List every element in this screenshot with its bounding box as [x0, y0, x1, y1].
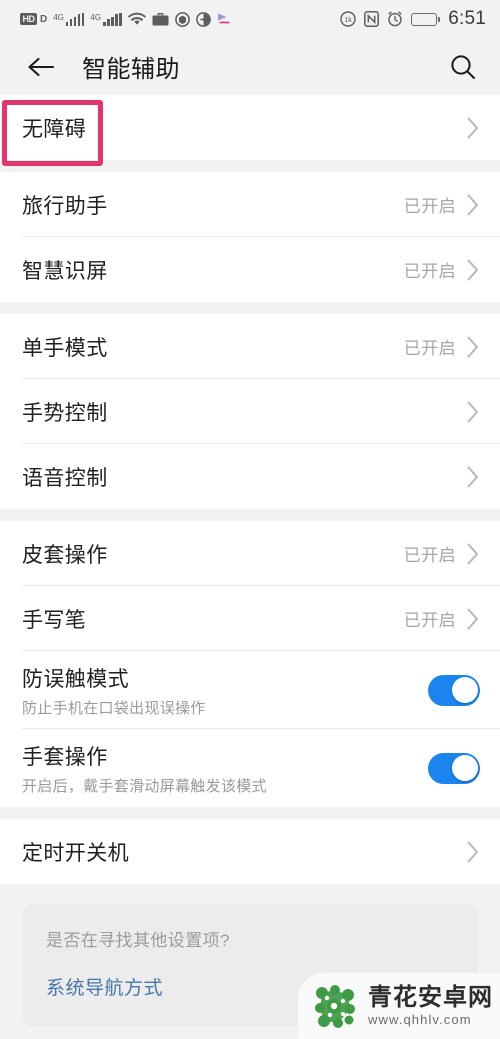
- list-item[interactable]: 定时开关机: [0, 819, 500, 884]
- list-item-label: 手势控制: [22, 401, 108, 425]
- list-item-texts: 语音控制: [22, 462, 466, 492]
- screen-recording-icon: 1k: [340, 11, 356, 27]
- section-gap: [0, 807, 500, 819]
- toggle-knob: [451, 677, 478, 703]
- section-gap: [0, 160, 500, 172]
- back-arrow-icon[interactable]: [22, 48, 60, 86]
- list-item-texts: 手势控制: [22, 397, 466, 427]
- chevron-right-icon: [466, 840, 480, 864]
- chevron-right-icon: [466, 400, 480, 424]
- status-badge: 已开启: [403, 339, 456, 358]
- list-item-label: 手套操作: [22, 745, 108, 769]
- list-item-texts: 手写笔: [22, 604, 404, 634]
- list-item[interactable]: 单手模式 已开启: [0, 314, 500, 379]
- qinghua-logo-icon: [315, 985, 355, 1028]
- list-item-texts: 手套操作开启后，戴手套滑动屏幕触发该模式: [22, 741, 428, 796]
- list-item[interactable]: 手套操作开启后，戴手套滑动屏幕触发该模式: [0, 729, 500, 807]
- settings-group: 无障碍: [0, 95, 500, 160]
- list-item-texts: 旅行助手: [22, 190, 404, 220]
- list-item-label: 旅行助手: [22, 194, 108, 218]
- alarm-icon: [388, 11, 402, 27]
- settings-list: 无障碍 旅行助手 已开启 智慧识屏 已开启 单手模式 已开启 手势控制 语音控制 皮套操作 已开启手…: [0, 95, 500, 884]
- status-bar-left-icons: HD D 4G 4G: [20, 11, 233, 27]
- signal-4g-two-icon: 4G: [90, 12, 122, 26]
- status-badge: 已开启: [403, 546, 456, 565]
- watermark-url: www.qhhlv.com: [368, 1012, 472, 1028]
- chevron-right-icon: [466, 607, 480, 631]
- site-watermark: 青花安卓网 www.qhhlv.com: [298, 973, 500, 1039]
- watermark-title: 青花安卓网: [368, 984, 493, 1012]
- section-gap: [0, 302, 500, 314]
- list-item[interactable]: 防误触模式防止手机在口袋出现误操作: [0, 651, 500, 729]
- list-item-label: 防误触模式: [22, 667, 129, 691]
- list-item-label: 智慧识屏: [22, 259, 108, 283]
- chevron-right-icon: [466, 465, 480, 489]
- sim-icon: D: [40, 13, 48, 25]
- page-title: 智能辅助: [82, 56, 180, 83]
- chevron-right-icon: [466, 542, 480, 566]
- status-badge: 已开启: [403, 611, 456, 630]
- list-item-label: 定时开关机: [22, 841, 129, 865]
- battery-icon: [411, 12, 441, 26]
- nfc-icon: [364, 11, 380, 27]
- list-item-label: 单手模式: [22, 336, 108, 360]
- toggle-switch[interactable]: [428, 752, 480, 784]
- toggle-knob: [451, 755, 478, 781]
- svg-text:1k: 1k: [345, 17, 353, 24]
- settings-group: 单手模式 已开启手势控制语音控制: [0, 314, 500, 509]
- phone-screen: HD D 4G 4G 1k 6:51 智能辅助 无障碍 旅行助手 已开启 智慧识…: [0, 0, 500, 1039]
- list-item-label: 手写笔: [22, 608, 87, 632]
- signal-4g-one-icon: 4G: [53, 12, 85, 26]
- list-item[interactable]: 智慧识屏 已开启: [0, 237, 500, 302]
- list-item-sublabel: 防止手机在口袋出现误操作: [22, 699, 206, 717]
- chevron-right-icon: [466, 116, 480, 140]
- shield-icon: [174, 11, 190, 27]
- system-navigation-link[interactable]: 系统导航方式: [46, 973, 163, 1000]
- status-bar-clock: 6:51: [448, 8, 486, 29]
- chevron-right-icon: [466, 258, 480, 282]
- search-icon[interactable]: [444, 48, 482, 86]
- settings-group: 定时开关机: [0, 819, 500, 884]
- list-item-label: 语音控制: [22, 466, 108, 490]
- app-icon: [217, 13, 230, 24]
- status-bar: HD D 4G 4G 1k 6:51: [0, 0, 500, 38]
- do-not-disturb-icon: [195, 11, 211, 27]
- list-item-texts: 防误触模式防止手机在口袋出现误操作: [22, 663, 428, 718]
- status-bar-right-icons: 1k 6:51: [340, 8, 486, 30]
- briefcase-icon: [152, 13, 169, 26]
- list-item[interactable]: 皮套操作 已开启: [0, 521, 500, 586]
- section-gap: [0, 509, 500, 521]
- list-item-texts: 单手模式: [22, 332, 404, 362]
- app-bar: 智能辅助: [0, 38, 500, 95]
- list-item-texts: 智慧识屏: [22, 255, 404, 285]
- status-badge: 已开启: [403, 197, 456, 216]
- list-item-texts: 定时开关机: [22, 837, 466, 867]
- settings-group: 旅行助手 已开启 智慧识屏 已开启: [0, 172, 500, 302]
- settings-group: 皮套操作 已开启 手写笔 已开启 防误触模式 防止手机在口袋出现误操作 手套操作 开启后，戴手…: [0, 521, 500, 807]
- list-item-sublabel: 开启后，戴手套滑动屏幕触发该模式: [22, 777, 267, 795]
- list-item-label: 皮套操作: [22, 543, 108, 567]
- list-item-texts: 无障碍: [22, 113, 466, 143]
- list-item[interactable]: 手写笔 已开启: [0, 586, 500, 651]
- wifi-icon: [127, 12, 146, 25]
- list-item[interactable]: 手势控制: [0, 379, 500, 444]
- list-item-label: 无障碍: [22, 117, 87, 141]
- chevron-right-icon: [466, 193, 480, 217]
- other-settings-question: 是否在寻找其他设置项?: [46, 931, 230, 950]
- list-item-texts: 皮套操作: [22, 539, 404, 569]
- chevron-right-icon: [466, 335, 480, 359]
- list-item[interactable]: 无障碍: [0, 95, 500, 160]
- list-item[interactable]: 语音控制: [0, 444, 500, 509]
- hd-icon: HD: [20, 13, 37, 25]
- list-item[interactable]: 旅行助手 已开启: [0, 172, 500, 237]
- toggle-switch[interactable]: [428, 674, 480, 706]
- status-badge: 已开启: [403, 262, 456, 281]
